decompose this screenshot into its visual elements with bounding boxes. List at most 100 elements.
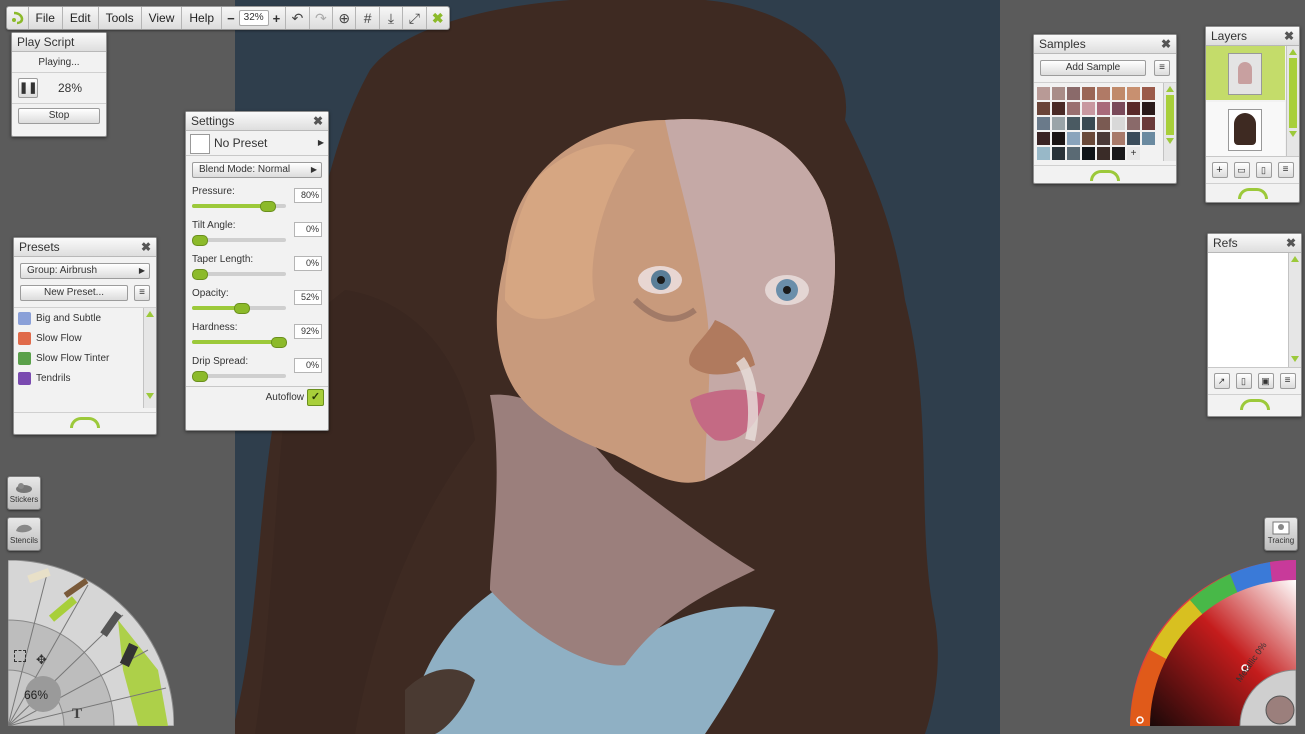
setting-slider[interactable]	[192, 235, 286, 246]
layers-scrollbar[interactable]	[1286, 46, 1299, 156]
refs-scrollbar[interactable]	[1288, 253, 1301, 367]
color-swatch[interactable]	[1127, 117, 1140, 130]
color-swatch[interactable]	[1112, 117, 1125, 130]
color-swatch[interactable]	[1097, 147, 1110, 160]
setting-slider[interactable]	[192, 269, 286, 280]
color-swatch[interactable]	[1112, 132, 1125, 145]
menu-help[interactable]: Help	[182, 7, 223, 29]
setting-slider[interactable]	[192, 337, 287, 348]
scroll-down-icon[interactable]	[1289, 131, 1297, 137]
close-icon[interactable]: ✖	[1161, 35, 1171, 53]
color-swatch[interactable]	[1127, 102, 1140, 115]
list-item[interactable]: Tendrils•	[14, 368, 156, 388]
menu-icon[interactable]: ≡	[1279, 373, 1296, 389]
setting-value-field[interactable]: 0%	[294, 256, 322, 271]
panel-grip-icon[interactable]	[1208, 394, 1301, 413]
grid-icon[interactable]: #	[356, 7, 380, 29]
color-swatch[interactable]	[1097, 132, 1110, 145]
color-swatch[interactable]	[1052, 87, 1065, 100]
add-swatch-icon[interactable]: +	[1127, 147, 1140, 160]
painting-canvas[interactable]	[235, 0, 1000, 734]
setting-value-field[interactable]: 92%	[294, 324, 322, 339]
selection-tool-icon[interactable]	[14, 650, 26, 662]
scroll-down-icon[interactable]	[146, 393, 154, 399]
color-swatch[interactable]	[1082, 147, 1095, 160]
preset-group-select[interactable]: Group: Airbrush ▶	[20, 263, 150, 279]
stencils-button[interactable]: Stencils	[7, 517, 41, 551]
color-swatch[interactable]	[1037, 87, 1050, 100]
transform-icon[interactable]: ⊕	[333, 7, 357, 29]
setting-value-field[interactable]: 0%	[294, 358, 322, 373]
folder-icon[interactable]: ▭	[1233, 162, 1250, 178]
bookmark-icon[interactable]: ▯	[1235, 373, 1252, 389]
color-swatch[interactable]	[1097, 102, 1110, 115]
close-icon[interactable]: ✖	[1286, 234, 1296, 252]
add-layer-icon[interactable]: +	[1211, 162, 1228, 178]
color-swatch[interactable]	[1067, 147, 1080, 160]
slider-knob[interactable]	[192, 371, 208, 382]
stop-button[interactable]: Stop	[18, 108, 100, 124]
color-picker-wheel[interactable]: Metallic 0%	[1130, 560, 1296, 726]
move-tool-icon[interactable]: ✥	[36, 652, 47, 668]
color-swatch[interactable]	[1037, 102, 1050, 115]
text-tool-icon[interactable]: T	[72, 706, 82, 723]
menu-view[interactable]: View	[142, 7, 183, 29]
stickers-button[interactable]: Stickers	[7, 476, 41, 510]
scroll-down-icon[interactable]	[1291, 356, 1299, 362]
setting-slider[interactable]	[192, 201, 286, 212]
color-swatch[interactable]	[1097, 117, 1110, 130]
app-logo-icon[interactable]	[7, 7, 29, 29]
slider-knob[interactable]	[271, 337, 287, 348]
color-swatch[interactable]	[1037, 117, 1050, 130]
layer-item[interactable]	[1206, 102, 1285, 156]
menu-icon[interactable]: ≡	[134, 285, 150, 301]
color-swatch[interactable]	[1082, 102, 1095, 115]
color-swatch[interactable]	[1052, 102, 1065, 115]
color-swatch[interactable]	[1112, 147, 1125, 160]
close-icon[interactable]: ✖	[313, 112, 323, 130]
undo-icon[interactable]: ↶	[286, 7, 310, 29]
new-preset-button[interactable]: New Preset...	[20, 285, 128, 301]
zoom-in-button[interactable]: +	[273, 11, 281, 26]
setting-value-field[interactable]: 52%	[294, 290, 322, 305]
menu-file[interactable]: File	[29, 7, 63, 29]
scroll-down-icon[interactable]	[1166, 138, 1174, 144]
color-swatch[interactable]	[1112, 87, 1125, 100]
list-item[interactable]: Slow Flow•	[14, 328, 156, 348]
setting-slider[interactable]	[192, 303, 286, 314]
slider-knob[interactable]	[260, 201, 276, 212]
setting-value-field[interactable]: 0%	[294, 222, 322, 237]
preset-selector[interactable]: No Preset ▶	[186, 131, 328, 156]
color-swatch[interactable]	[1067, 102, 1080, 115]
panel-grip-icon[interactable]	[14, 412, 156, 431]
color-swatch[interactable]	[1127, 132, 1140, 145]
color-swatch[interactable]	[1142, 102, 1155, 115]
pause-button[interactable]: ❚❚	[18, 78, 38, 98]
menu-tools[interactable]: Tools	[99, 7, 142, 29]
setting-value-field[interactable]: 80%	[294, 188, 322, 203]
panel-grip-icon[interactable]	[1206, 183, 1299, 202]
setting-slider[interactable]	[192, 371, 286, 382]
menu-icon[interactable]: ≡	[1154, 60, 1170, 76]
slider-knob[interactable]	[192, 269, 208, 280]
color-swatch[interactable]	[1082, 132, 1095, 145]
redo-icon[interactable]: ↷	[310, 7, 334, 29]
menu-icon[interactable]: ≡	[1277, 162, 1294, 178]
color-swatch[interactable]	[1112, 102, 1125, 115]
color-swatch[interactable]	[1082, 87, 1095, 100]
color-swatch[interactable]	[1127, 87, 1140, 100]
color-swatch[interactable]	[1052, 132, 1065, 145]
trash-icon[interactable]: ▯	[1255, 162, 1272, 178]
color-swatch[interactable]	[1037, 147, 1050, 160]
preset-scrollbar[interactable]	[143, 308, 156, 408]
color-swatch[interactable]	[1037, 132, 1050, 145]
fullscreen-icon[interactable]: ⤢	[403, 7, 427, 29]
tool-wheel[interactable]: 66% T ✥	[8, 560, 174, 726]
color-swatch[interactable]	[1082, 117, 1095, 130]
color-swatch[interactable]	[1067, 87, 1080, 100]
scroll-up-icon[interactable]	[1166, 86, 1174, 92]
zoom-out-button[interactable]: −	[227, 11, 235, 26]
import-icon[interactable]: ↗	[1213, 373, 1230, 389]
color-swatch[interactable]	[1097, 87, 1110, 100]
list-item[interactable]: Slow Flow Tinter•	[14, 348, 156, 368]
